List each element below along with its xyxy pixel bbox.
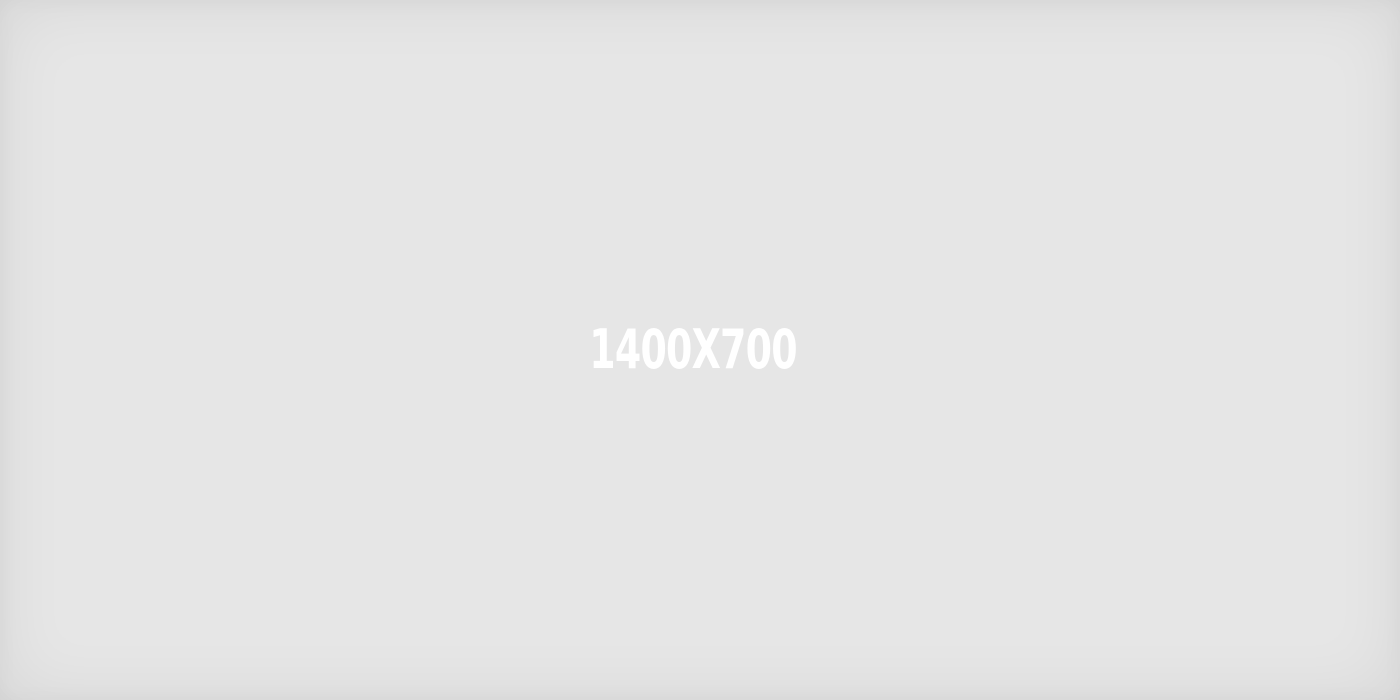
- placeholder-dimensions-label: 1400X700: [589, 318, 797, 381]
- placeholder-image: 1400X700: [0, 0, 1400, 700]
